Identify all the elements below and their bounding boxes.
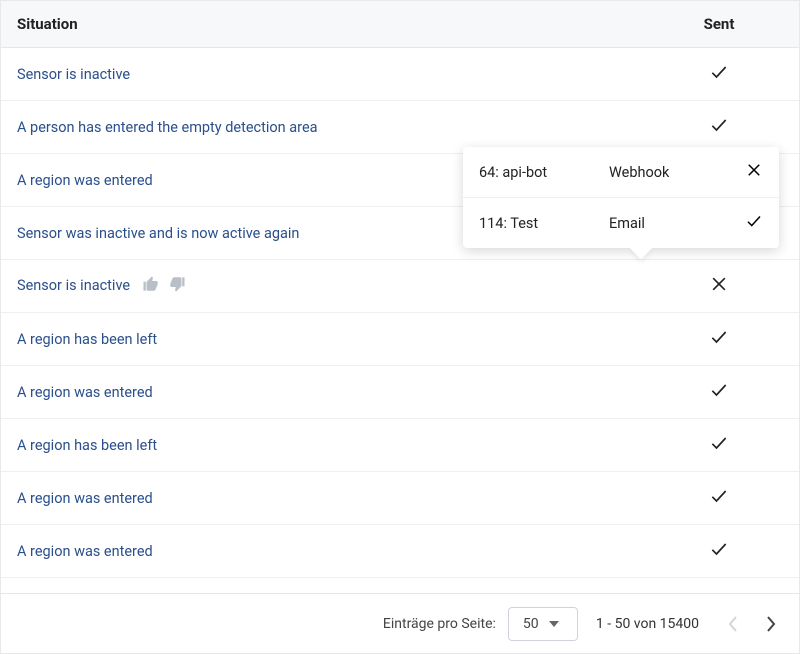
table-row: Sensor is inactive (1, 260, 799, 313)
table-row: A region has been left (1, 313, 799, 366)
popover-row: 64: api-botWebhook (463, 147, 779, 197)
situation-link[interactable]: A region has been left (17, 437, 157, 454)
table-row: A person has entered the empty detection… (1, 101, 799, 154)
check-icon (709, 334, 729, 351)
app-window: Situation Sent Sensor is inactive A perso… (0, 0, 800, 654)
page-size-select[interactable]: 50 (508, 607, 578, 641)
situation-cell: A region was entered (1, 525, 639, 578)
check-icon (709, 546, 729, 563)
popover-row: 114: TestEmail (463, 197, 779, 248)
chevron-down-icon (549, 621, 559, 627)
pager-buttons (717, 608, 787, 640)
check-icon (709, 493, 729, 510)
situation-link[interactable]: A region was entered (17, 172, 153, 189)
situation-link[interactable]: A region was entered (17, 384, 153, 401)
situation-cell: A region has been left (1, 419, 639, 472)
page-size-value: 50 (523, 616, 539, 632)
cross-icon (709, 281, 729, 298)
situation-cell: Sensor is inactive (1, 260, 639, 313)
situation-link[interactable]: A region was entered (17, 490, 153, 507)
thumbs-down-icon[interactable] (168, 275, 186, 297)
table-row: A region was entered (1, 472, 799, 525)
check-icon (709, 387, 729, 404)
situation-link[interactable]: A region was entered (17, 543, 153, 560)
table-row: A region was entered (1, 525, 799, 578)
page-size-label: Einträge pro Seite: (383, 616, 496, 632)
sent-cell[interactable] (639, 313, 799, 366)
popover-item-type: Webhook (609, 164, 745, 181)
sent-cell[interactable] (639, 48, 799, 101)
situation-link[interactable]: Sensor is inactive (17, 277, 130, 294)
table-row: A region has been left (1, 419, 799, 472)
situation-cell: A region has been left (1, 313, 639, 366)
situation-cell: A region has been left (1, 578, 639, 594)
situation-link[interactable]: A region has been left (17, 331, 157, 348)
sent-cell[interactable] (639, 101, 799, 154)
table-row: A region was entered (1, 366, 799, 419)
page-range-label: 1 - 50 von 15400 (596, 616, 699, 632)
check-icon (709, 122, 729, 139)
column-header-sent[interactable]: Sent (639, 1, 799, 48)
popover-item-type: Email (609, 215, 745, 232)
sent-cell[interactable] (639, 472, 799, 525)
cross-icon (745, 161, 763, 183)
check-icon (745, 212, 763, 234)
check-icon (709, 69, 729, 86)
column-header-situation[interactable]: Situation (1, 1, 639, 48)
sent-detail-popover: 64: api-botWebhook114: TestEmail (463, 147, 779, 248)
next-page-button[interactable] (755, 608, 787, 640)
events-table: Situation Sent Sensor is inactive A perso… (1, 1, 799, 593)
situation-cell: Sensor is inactive (1, 48, 639, 101)
situation-link[interactable]: Sensor was inactive and is now active ag… (17, 225, 299, 242)
sent-cell[interactable] (639, 525, 799, 578)
sent-cell[interactable] (639, 260, 799, 313)
table-row: A region has been left (1, 578, 799, 594)
vote-icons (142, 275, 186, 297)
page-size-group: Einträge pro Seite: 50 (383, 607, 578, 641)
sent-cell[interactable] (639, 419, 799, 472)
paginator: Einträge pro Seite: 50 1 - 50 von 15400 (1, 593, 799, 653)
check-icon (709, 440, 729, 457)
chevron-right-icon (766, 616, 776, 632)
situation-cell: A person has entered the empty detection… (1, 101, 639, 154)
prev-page-button[interactable] (717, 608, 749, 640)
situation-link[interactable]: Sensor is inactive (17, 66, 130, 83)
situation-cell: A region was entered (1, 472, 639, 525)
popover-item-name: 114: Test (479, 215, 609, 232)
situation-link[interactable]: A person has entered the empty detection… (17, 119, 318, 136)
situation-cell: A region was entered (1, 366, 639, 419)
table-scroll-area[interactable]: Situation Sent Sensor is inactive A perso… (1, 1, 799, 593)
chevron-left-icon (728, 616, 738, 632)
sent-cell[interactable] (639, 366, 799, 419)
table-row: Sensor is inactive (1, 48, 799, 101)
sent-cell[interactable] (639, 578, 799, 594)
thumbs-up-icon[interactable] (142, 275, 160, 297)
popover-item-name: 64: api-bot (479, 164, 609, 181)
